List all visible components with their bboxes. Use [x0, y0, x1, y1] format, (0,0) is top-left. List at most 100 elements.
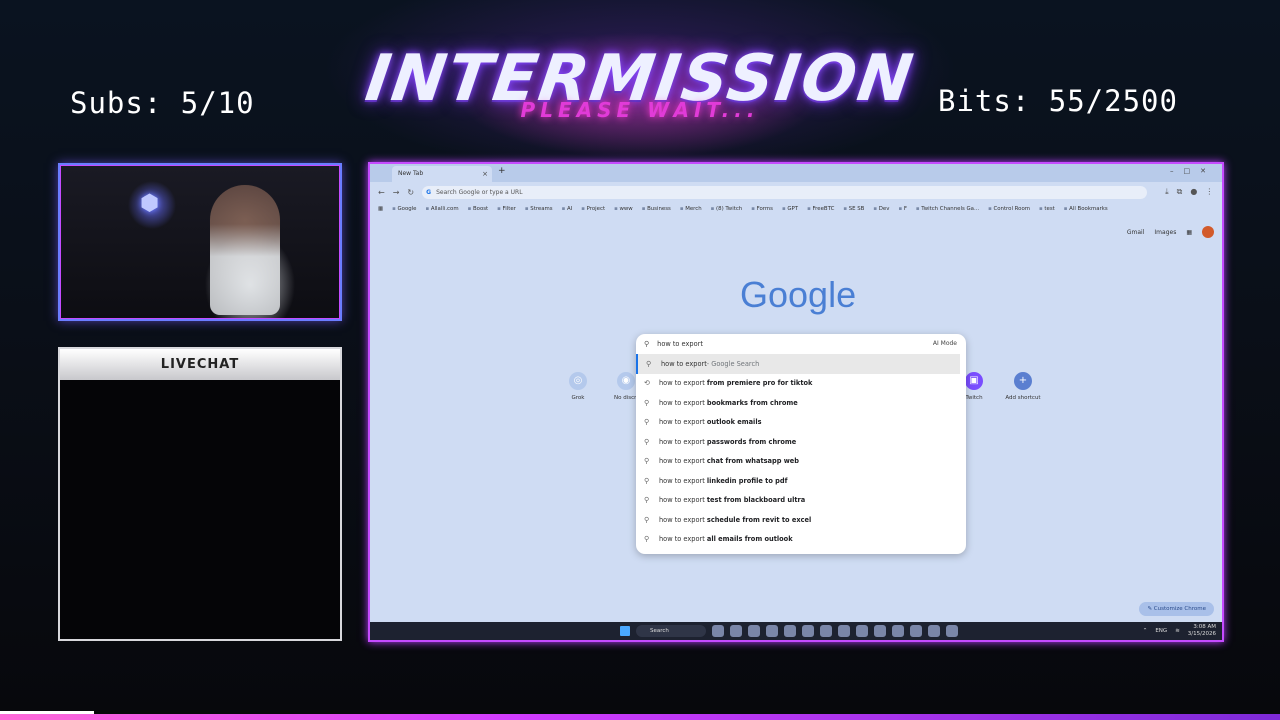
suggestion-prefix: how to export	[659, 418, 705, 427]
search-icon: ⚲	[646, 359, 652, 368]
tab-close-icon[interactable]: ×	[482, 166, 488, 182]
bookmark-item[interactable]: Streams	[525, 206, 552, 212]
customize-chrome-button[interactable]: ✎ Customize Chrome	[1139, 602, 1214, 616]
bookmark-item[interactable]: www	[614, 206, 632, 212]
reload-icon[interactable]: ↻	[407, 188, 414, 197]
suggestion-prefix: how to export	[661, 359, 707, 368]
google-g-icon: G	[426, 188, 432, 196]
search-input[interactable]: ⚲ how to export AI Mode	[636, 334, 966, 354]
streamer-figure	[210, 185, 280, 315]
bookmark-item[interactable]: Control Room	[988, 206, 1030, 212]
shortcut-label: Twitch	[965, 395, 983, 401]
taskbar-app-icon[interactable]	[766, 625, 778, 637]
download-icon[interactable]: ⤓	[1165, 187, 1169, 197]
suggestion-prefix: how to export	[659, 437, 705, 446]
profile-icon[interactable]: ●	[1190, 187, 1197, 197]
xbox-icon[interactable]	[928, 625, 940, 637]
bookmarks-bar: ▦ Google Allalli.com Boost Filter Stream…	[370, 202, 1222, 216]
apps-grid-icon[interactable]: ▦	[1186, 229, 1192, 236]
bookmark-item[interactable]: Twitch Channels Ga...	[916, 206, 979, 212]
clock[interactable]: 3:08 AM 3/15/2026	[1188, 624, 1216, 638]
bookmark-item[interactable]: Allalli.com	[425, 206, 459, 212]
all-bookmarks[interactable]: All Bookmarks	[1064, 206, 1108, 212]
bookmark-item[interactable]: Filter	[497, 206, 516, 212]
windows-start-icon[interactable]	[620, 626, 630, 636]
avatar[interactable]	[1202, 226, 1214, 238]
please-wait-subtitle: PLEASE WAIT...	[520, 98, 760, 122]
bookmark-item[interactable]: Project	[581, 206, 605, 212]
suggestion-google-search[interactable]: ⚲ how to export - Google Search	[636, 354, 960, 374]
forward-icon[interactable]: →	[393, 188, 400, 197]
suggestion-item[interactable]: ⟲ how to export from premiere pro for ti…	[636, 374, 966, 394]
bookmark-item[interactable]: AI	[562, 206, 572, 212]
suggestion-item[interactable]: ⚲ how to export schedule from revit to e…	[636, 510, 966, 530]
livechat-header: LIVECHAT	[60, 349, 340, 380]
customize-label: Customize Chrome	[1153, 606, 1206, 612]
menu-icon[interactable]: ⋮	[1205, 187, 1213, 197]
bookmark-item[interactable]: (8) Twitch	[711, 206, 742, 212]
language-indicator[interactable]: ENG	[1155, 628, 1167, 634]
taskbar-app-icon[interactable]	[946, 625, 958, 637]
bookmark-item[interactable]: F	[898, 206, 907, 212]
screen-capture: New Tab × + –□✕ ← → ↻ G Search Google or…	[368, 162, 1224, 642]
tab-new-tab[interactable]: New Tab ×	[392, 166, 492, 182]
apps-icon[interactable]: ▦	[378, 206, 383, 212]
taskbar-app-icon[interactable]	[874, 625, 886, 637]
shortcut-grok[interactable]: ◎ Grok	[558, 372, 598, 401]
taskbar-app-icon[interactable]	[730, 625, 742, 637]
bookmark-item[interactable]: Dev	[873, 206, 890, 212]
bottom-accent-bar	[0, 714, 1280, 720]
suggestion-suffix: chat from whatsapp web	[706, 457, 799, 466]
taskbar-app-icon[interactable]	[748, 625, 760, 637]
bookmark-item[interactable]: Boost	[468, 206, 488, 212]
suggestion-item[interactable]: ⚲ how to export all emails from outlook	[636, 530, 966, 550]
folder-icon[interactable]	[892, 625, 904, 637]
chevron-up-icon[interactable]: ⌃	[1143, 628, 1148, 634]
suggestion-suffix: test from blackboard ultra	[706, 496, 806, 505]
bookmark-item[interactable]: Google	[392, 206, 416, 212]
ai-mode-button[interactable]: AI Mode	[933, 340, 957, 347]
suggestion-prefix: how to export	[659, 457, 705, 466]
search-icon: ⚲	[644, 496, 650, 505]
search-icon: ⚲	[644, 398, 650, 407]
images-link[interactable]: Images	[1154, 229, 1176, 236]
suggestion-item[interactable]: ⚲ how to export outlook emails	[636, 413, 966, 433]
bookmark-item[interactable]: GPT	[782, 206, 798, 212]
pencil-icon: ✎	[1147, 606, 1153, 612]
suggestion-item[interactable]: ⚲ how to export test from blackboard ult…	[636, 491, 966, 511]
chrome-icon[interactable]	[802, 625, 814, 637]
bookmark-item[interactable]: Merch	[680, 206, 701, 212]
taskbar-search-label: Search	[650, 628, 669, 634]
suggestion-suffix: passwords from chrome	[706, 437, 797, 446]
suggestion-item[interactable]: ⚲ how to export chat from whatsapp web	[636, 452, 966, 472]
cube-logo-icon: ⬢	[140, 191, 160, 216]
taskbar-app-icon[interactable]	[910, 625, 922, 637]
bookmark-item[interactable]: test	[1039, 206, 1054, 212]
bookmark-item[interactable]: Forms	[751, 206, 773, 212]
taskbar-app-icon[interactable]	[784, 625, 796, 637]
bookmark-item[interactable]: SE SB	[843, 206, 865, 212]
suggestion-item[interactable]: ⚲ how to export bookmarks from chrome	[636, 393, 966, 413]
taskbar-app-icon[interactable]	[838, 625, 850, 637]
taskbar-app-icon[interactable]	[856, 625, 868, 637]
search-icon: ⚲	[644, 535, 650, 544]
system-tray: ⌃ ENG ≋ 3:08 AM 3/15/2026	[1143, 624, 1216, 638]
shortcut-add[interactable]: + Add shortcut	[1003, 372, 1043, 401]
new-tab-button[interactable]: +	[498, 166, 506, 176]
suggestion-item[interactable]: ⚲ how to export passwords from chrome	[636, 432, 966, 452]
extensions-icon[interactable]: ⧉	[1177, 187, 1183, 197]
bookmark-item[interactable]: Business	[642, 206, 671, 212]
window-controls[interactable]: –□✕	[1170, 167, 1216, 175]
taskbar-search[interactable]: Search	[636, 625, 706, 637]
plus-icon: +	[1014, 372, 1032, 390]
search-icon: ⚲	[644, 418, 650, 427]
back-icon[interactable]: ←	[378, 188, 385, 197]
suggestion-item[interactable]: ⚲ how to export linkedin profile to pdf	[636, 471, 966, 491]
gmail-link[interactable]: Gmail	[1127, 229, 1145, 236]
bookmark-item[interactable]: FreeBTC	[807, 206, 834, 212]
suggestion-prefix: how to export	[659, 398, 705, 407]
taskbar-app-icon[interactable]	[712, 625, 724, 637]
address-bar[interactable]: G Search Google or type a URL	[422, 185, 1148, 199]
taskbar-app-icon[interactable]	[820, 625, 832, 637]
wifi-icon[interactable]: ≋	[1175, 628, 1180, 634]
